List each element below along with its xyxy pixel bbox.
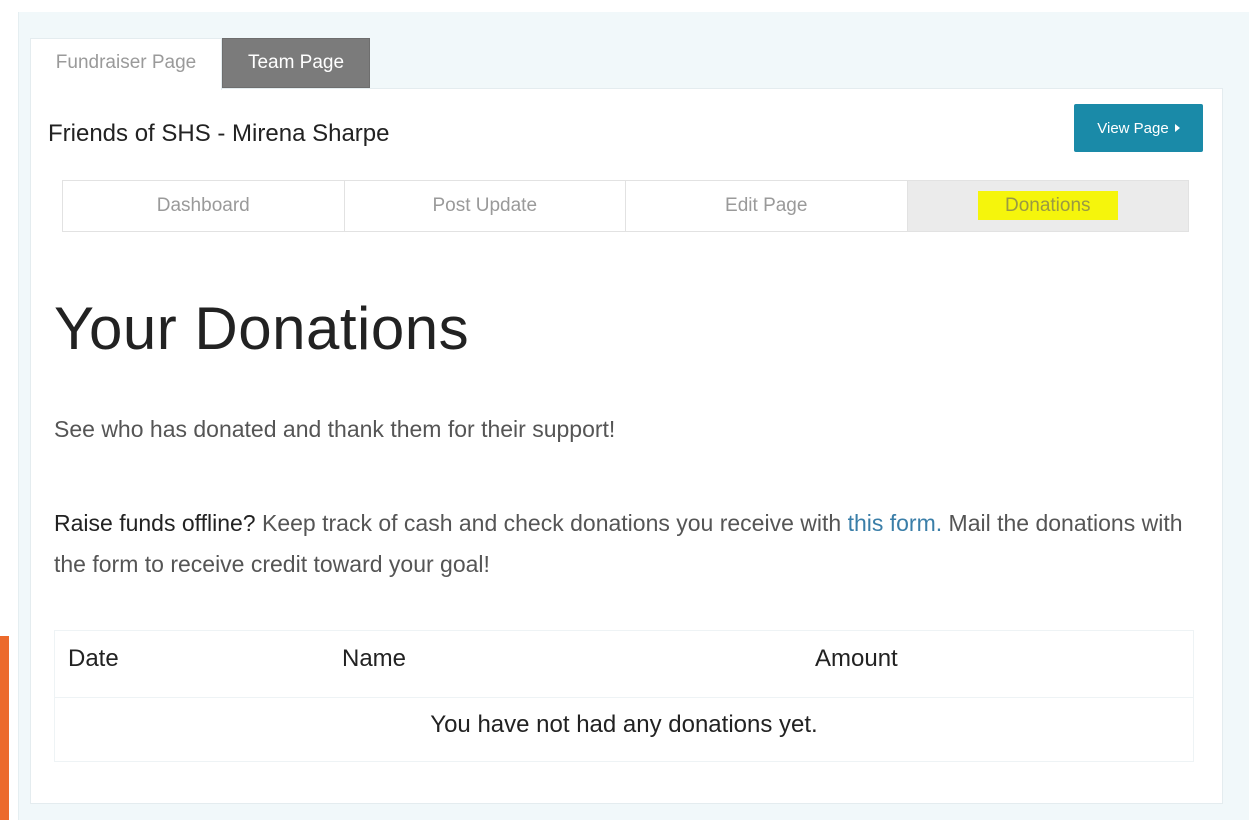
tab-fundraiser-page[interactable]: Fundraiser Page <box>30 38 222 90</box>
offline-form-link[interactable]: this form. <box>848 510 943 536</box>
intro-text: See who has donated and thank them for t… <box>54 416 616 442</box>
tab-team-page[interactable]: Team Page <box>222 38 370 88</box>
subnav-item-label: Dashboard <box>156 195 250 216</box>
offline-question: Raise funds offline? <box>54 510 256 536</box>
offline-donations-text: Raise funds offline? Keep track of cash … <box>54 503 1204 585</box>
subnav-item-post-update[interactable]: Post Update <box>345 181 626 231</box>
column-header-name: Name <box>342 645 407 672</box>
donations-table: Date Name Amount You have not had any do… <box>54 630 1194 762</box>
offline-text-part-1: Keep track of cash and check donations y… <box>255 510 848 536</box>
table-divider <box>55 697 1193 698</box>
dashboard-subnav: Dashboard Post Update Edit Page Donation… <box>62 180 1189 232</box>
subnav-item-label-highlighted: Donations <box>977 191 1118 220</box>
subnav-item-dashboard[interactable]: Dashboard <box>63 181 345 231</box>
subnav-item-edit-page[interactable]: Edit Page <box>626 181 908 231</box>
caret-right-icon <box>1174 124 1180 132</box>
view-page-button[interactable]: View Page <box>1074 104 1203 152</box>
fundraiser-title: Friends of SHS - Mirena Sharpe <box>48 120 390 147</box>
page-heading: Your Donations <box>54 295 470 362</box>
column-header-amount: Amount <box>815 645 898 672</box>
edge-accent-bar <box>0 636 9 820</box>
subnav-item-label: Post Update <box>432 195 538 216</box>
subnav-item-donations[interactable]: Donations <box>907 181 1188 231</box>
view-page-button-label: View Page <box>1097 119 1169 137</box>
column-header-date: Date <box>68 645 119 672</box>
empty-table-message: You have not had any donations yet. <box>430 711 818 738</box>
subnav-item-label: Edit Page <box>725 195 808 216</box>
